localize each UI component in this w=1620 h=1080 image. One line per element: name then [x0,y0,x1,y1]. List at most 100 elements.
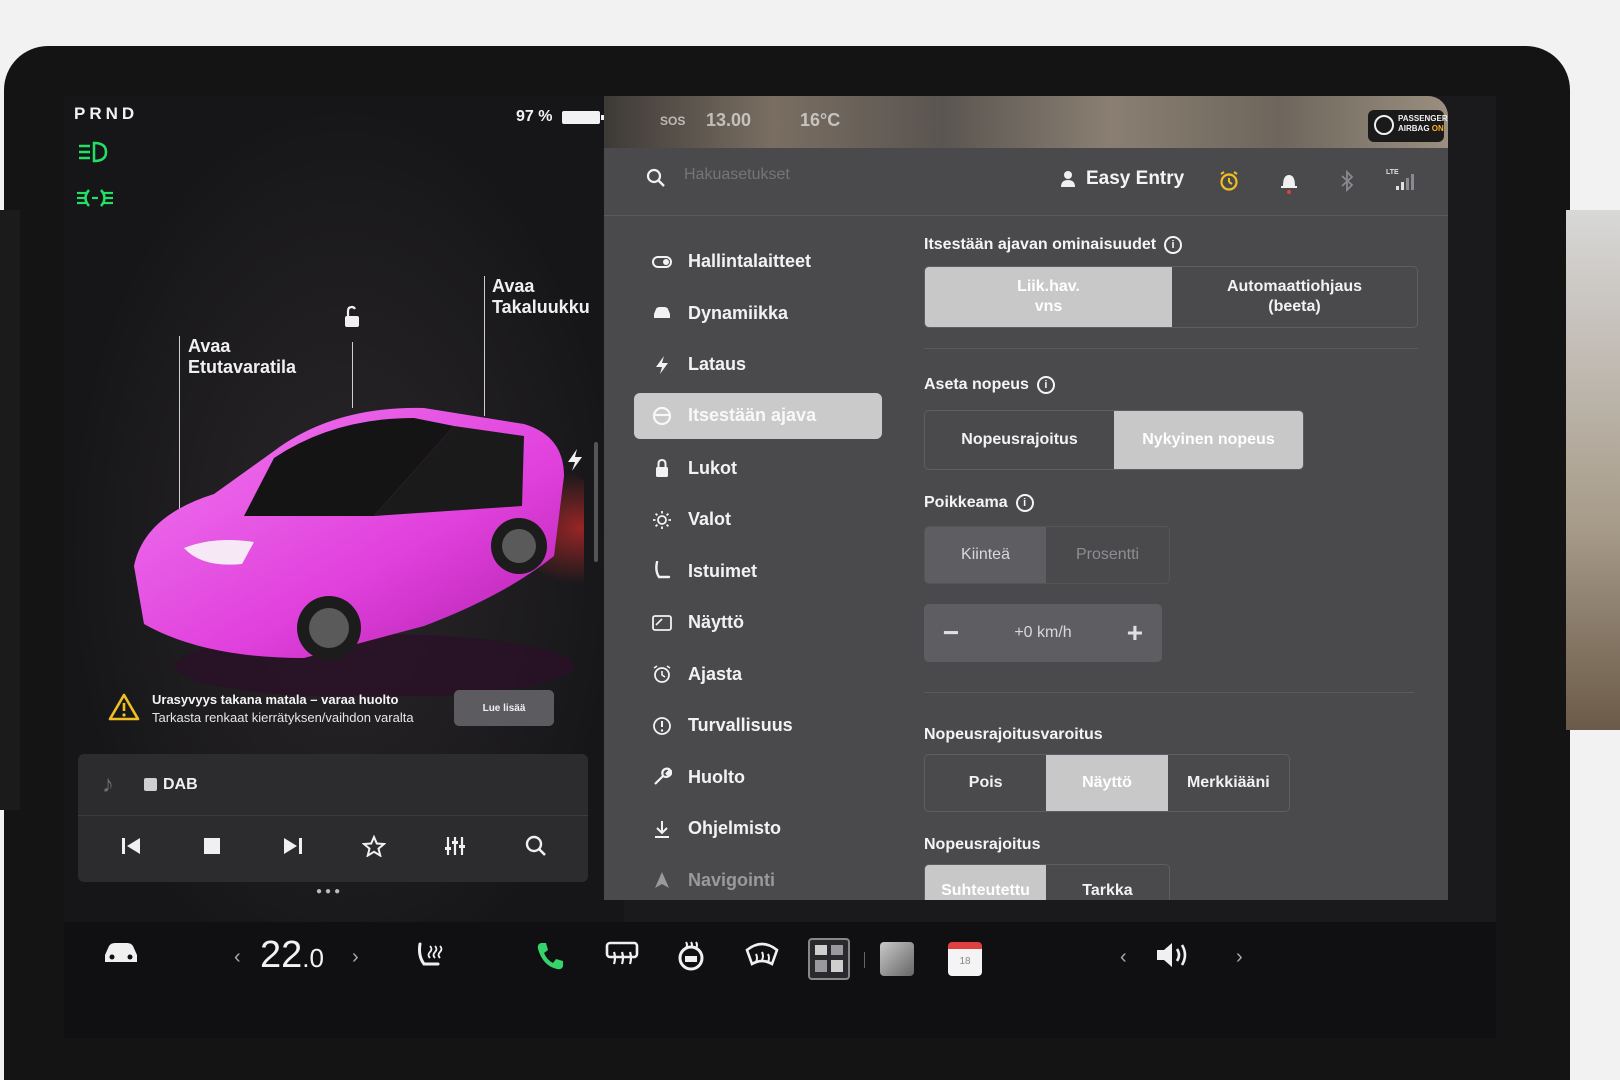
cabin-temperature[interactable]: 22.0 [260,934,324,977]
sos-indicator: SOS [660,114,686,128]
gear-selector: PRND [74,104,139,123]
nav-item-charging[interactable]: Lataus [634,339,894,391]
nav-item-seats[interactable]: Istuimet [634,546,894,598]
option-off[interactable]: Pois [925,755,1046,811]
read-more-button[interactable]: Lue lisää [454,690,554,726]
option-relative[interactable]: Suhteutettu [925,865,1047,900]
radio-icon [144,778,157,791]
open-trunk-callout[interactable]: Avaa Takaluukku [492,276,590,318]
nav-item-lights[interactable]: Valot [634,494,894,546]
open-frunk-callout[interactable]: Avaa Etutavaratila [188,336,296,378]
front-defrost-icon[interactable] [744,940,780,970]
nav-item-autopilot[interactable]: Itsestään ajava [634,392,882,439]
option-chime[interactable]: Merkkiääni [1168,755,1289,811]
option-exact[interactable]: Tarkka [1046,865,1169,900]
speed-limit-warning-title: Nopeusrajoitusvaroitus [924,726,1103,744]
toggle-icon [652,252,672,272]
next-icon[interactable] [273,836,313,862]
opt-line1: Liik.hav. [1017,278,1080,295]
alert-message: Tarkasta renkaat kierrätyksen/vaihdon va… [152,710,414,725]
volume-down-button[interactable]: ‹ [1120,946,1127,969]
seat-icon [652,561,672,581]
nav-item-safety[interactable]: Turvallisuus [634,700,894,752]
nav-item-service[interactable]: Huolto [634,752,894,804]
bluetooth-icon[interactable] [1340,169,1354,197]
map-preview[interactable]: SOS 13.00 16°C PASSENGER AIRBAG ON [604,96,1448,148]
airbag-line2: AIRBAG [1398,124,1430,133]
phone-icon[interactable] [534,940,566,972]
nav-item-navigation[interactable]: Navigointi [634,855,894,901]
nav-item-display[interactable]: Näyttö [634,597,894,649]
charge-port-icon[interactable] [566,448,584,478]
option-current-speed[interactable]: Nykyinen nopeus [1114,411,1303,469]
temp-up-button[interactable]: › [352,946,359,969]
profile-name: Easy Entry [1086,168,1185,189]
temp-value: 22 [260,934,303,976]
app-launcher-icon[interactable] [808,938,850,980]
trunk-callout-line [484,276,485,416]
car-icon[interactable] [102,940,140,966]
option-autosteer-beta[interactable]: Automaattiohjaus (beeta) [1172,267,1417,327]
volume-up-button[interactable]: › [1236,946,1243,969]
opt-line2: vns [1034,298,1063,315]
info-icon[interactable]: i [1164,236,1183,254]
decrease-button[interactable]: − [938,617,964,649]
passenger-airbag-status: PASSENGER AIRBAG ON [1368,110,1448,142]
navigation-icon [652,870,672,890]
frunk-line2: Etutavaratila [188,357,297,377]
driver-profile[interactable]: Easy Entry [1060,168,1184,190]
search-icon [646,168,666,188]
option-traffic-aware-cruise[interactable]: Liik.hav. vns [925,267,1172,327]
info-icon[interactable]: i [1036,376,1055,394]
option-fixed[interactable]: Kiinteä [925,527,1047,583]
alarm-icon[interactable] [1218,170,1240,197]
settings-nav: Hallintalaitteet Dynamiikka Lataus Itses… [634,236,894,900]
nav-item-locks[interactable]: Lukot [634,443,894,495]
safety-icon [652,716,672,736]
nav-item-dynamics[interactable]: Dynamiikka [634,288,894,340]
offset-value: +0 km/h [1014,624,1072,641]
fog-light-icon [76,186,114,216]
volume-icon[interactable] [1154,940,1192,970]
trunk-line1: Avaa [492,276,535,296]
nav-label: Istuimet [688,560,758,581]
temp-down-button[interactable]: ‹ [234,946,241,969]
seat-heater-icon[interactable] [414,940,446,972]
increase-button[interactable]: + [1122,617,1148,649]
touchscreen: PRND 97 % Avaa Etutavaratila Avaa Takalu… [64,96,1496,1038]
option-speed-limit[interactable]: Nopeusrajoitus [925,411,1114,469]
rear-defrost-icon[interactable] [604,940,640,970]
settings-search-input[interactable] [684,166,984,184]
info-icon[interactable]: i [1015,494,1034,512]
nav-item-schedule[interactable]: Ajasta [634,649,894,701]
stop-icon[interactable] [192,836,232,862]
airbag-icon [1374,115,1394,135]
steering-heater-icon[interactable] [674,940,708,972]
calendar-icon[interactable]: 18 [948,942,982,976]
notification-bell-icon[interactable] [1280,170,1298,199]
nav-label: Lataus [688,354,747,375]
navigation-app-icon[interactable] [880,942,914,976]
speed-limit-title: Nopeusrajoitus [924,836,1040,854]
nav-item-controls[interactable]: Hallintalaitteet [634,236,894,288]
nav-item-software[interactable]: Ohjelmisto [634,803,894,855]
media-search-icon[interactable] [516,835,556,863]
section-title: Nopeusrajoitusvaroitus [924,726,1103,743]
option-percentage[interactable]: Prosentti [1046,527,1169,583]
nav-label: Hallintalaitteet [688,251,812,272]
favorite-icon[interactable] [354,834,394,863]
separator [864,952,865,968]
speed-limit-warning-selector: Pois Näyttö Merkkiääni [924,754,1290,812]
download-icon [652,819,672,839]
equalizer-icon[interactable] [435,835,475,863]
dashboard-left [0,210,20,810]
media-source[interactable]: DAB [144,776,198,794]
opt-line2: (beeta) [1268,298,1321,315]
prev-icon[interactable] [111,836,151,862]
nav-label: Näyttö [688,612,745,633]
sun-icon [652,510,672,530]
option-display[interactable]: Näyttö [1046,755,1168,811]
bolt-icon [652,355,672,375]
warning-icon [108,692,140,722]
unlock-icon[interactable] [339,304,363,330]
